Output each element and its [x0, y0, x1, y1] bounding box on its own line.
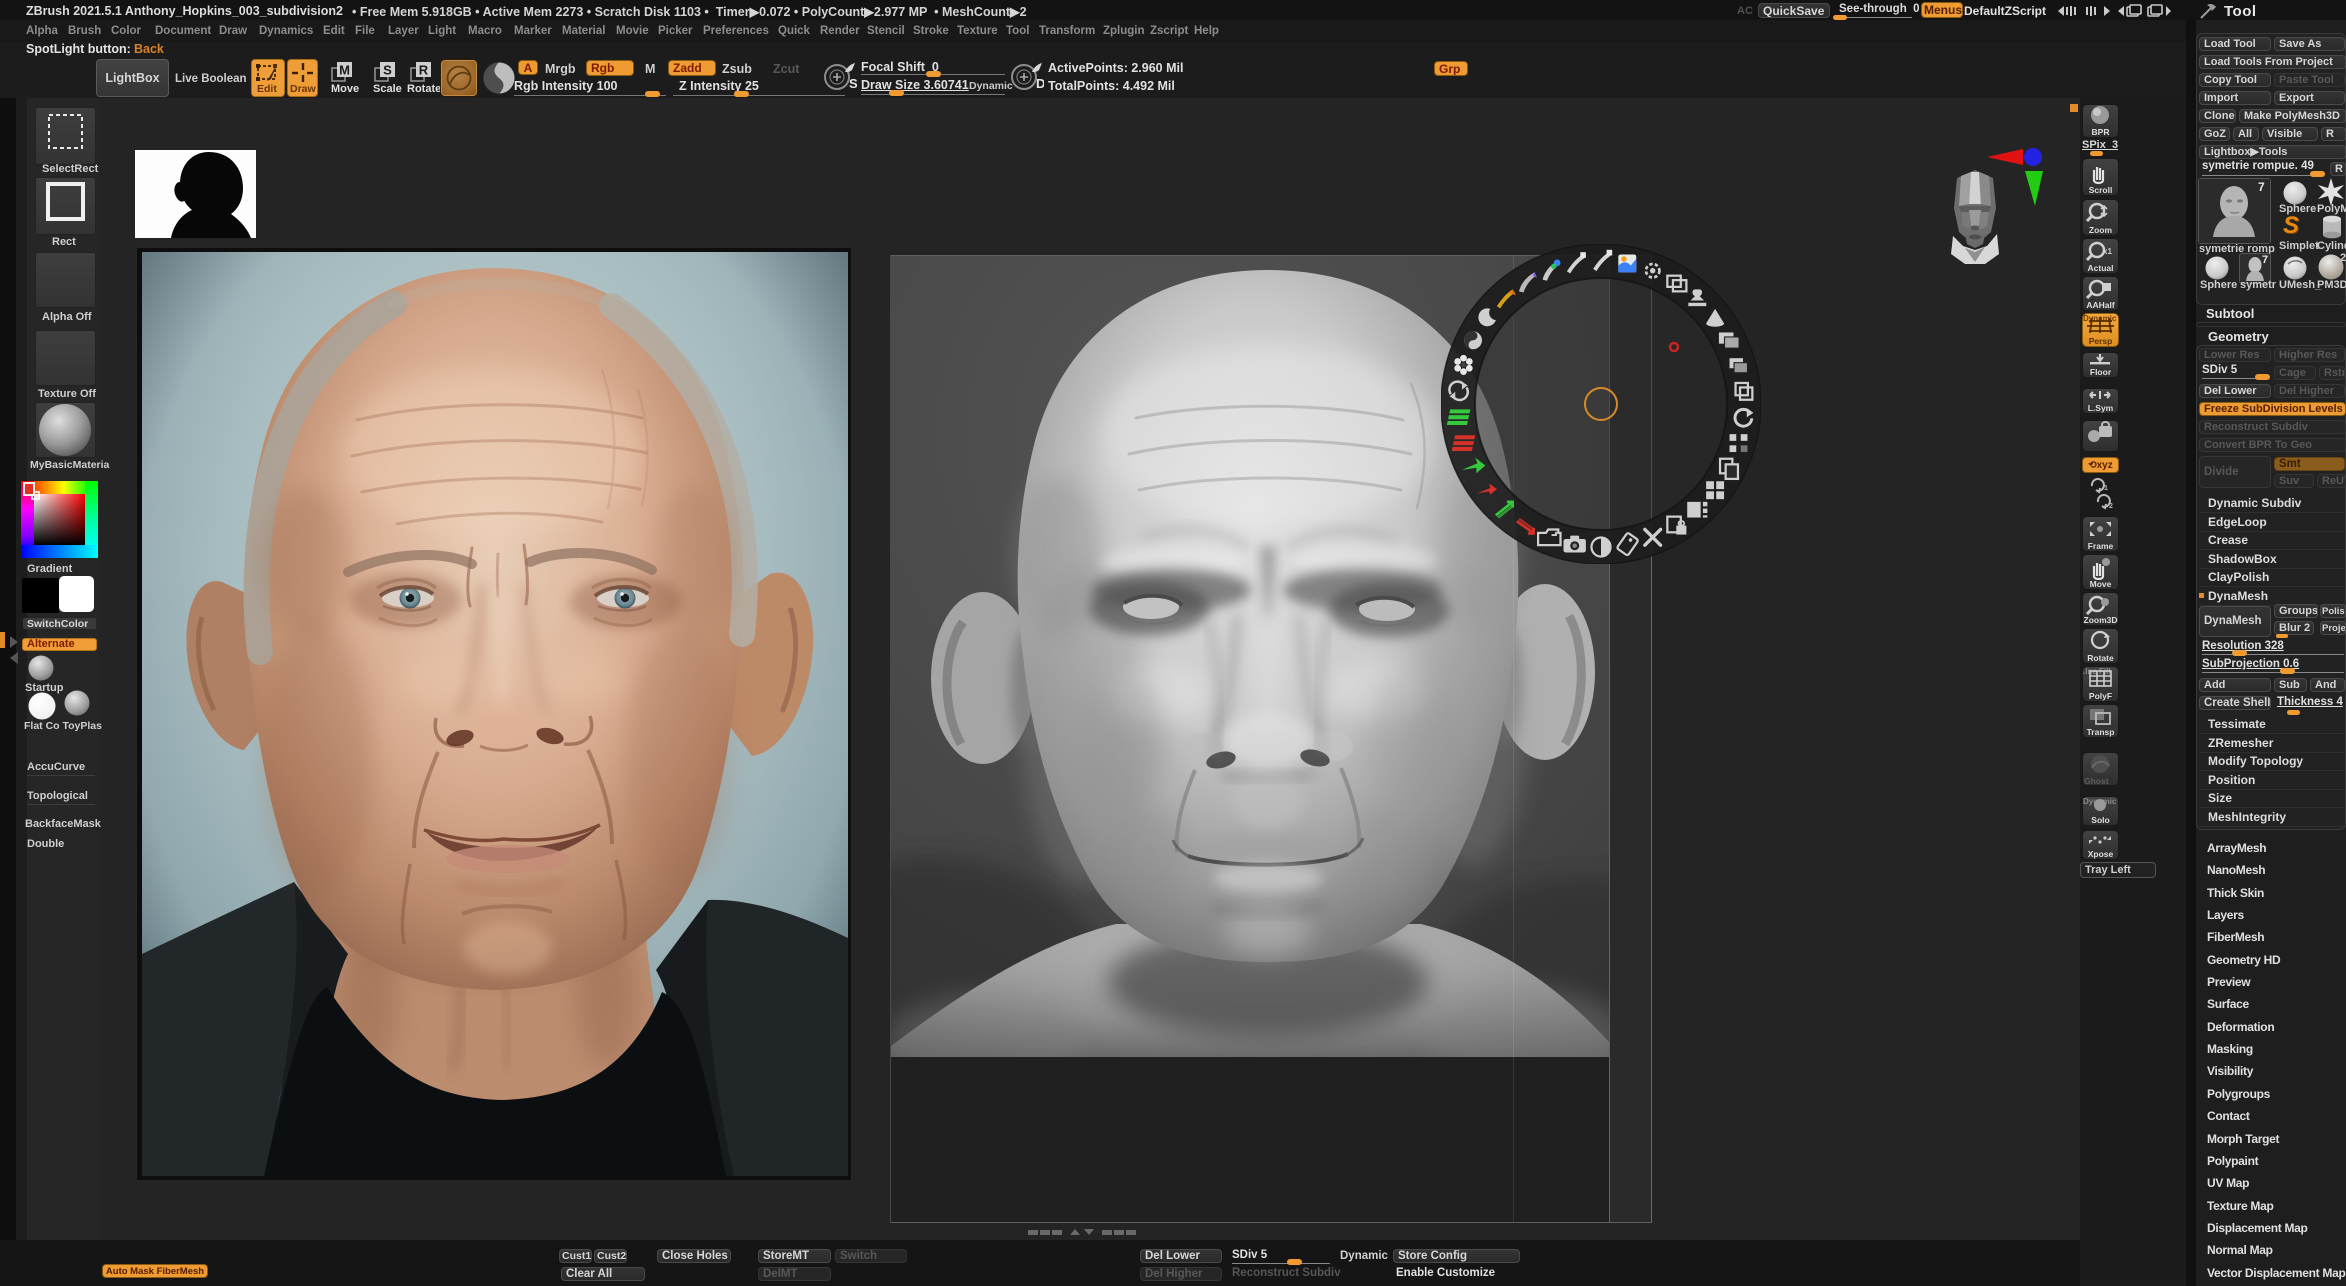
svg-text:S: S — [383, 63, 392, 78]
svg-text:D: D — [1036, 76, 1044, 91]
svg-text:M: M — [339, 63, 350, 78]
svg-text:x1: x1 — [2103, 247, 2112, 256]
svg-text:1: 1 — [2104, 485, 2108, 492]
svg-text:S: S — [849, 76, 857, 91]
svg-text:2: 2 — [2109, 503, 2113, 510]
svg-text:R: R — [419, 63, 429, 78]
